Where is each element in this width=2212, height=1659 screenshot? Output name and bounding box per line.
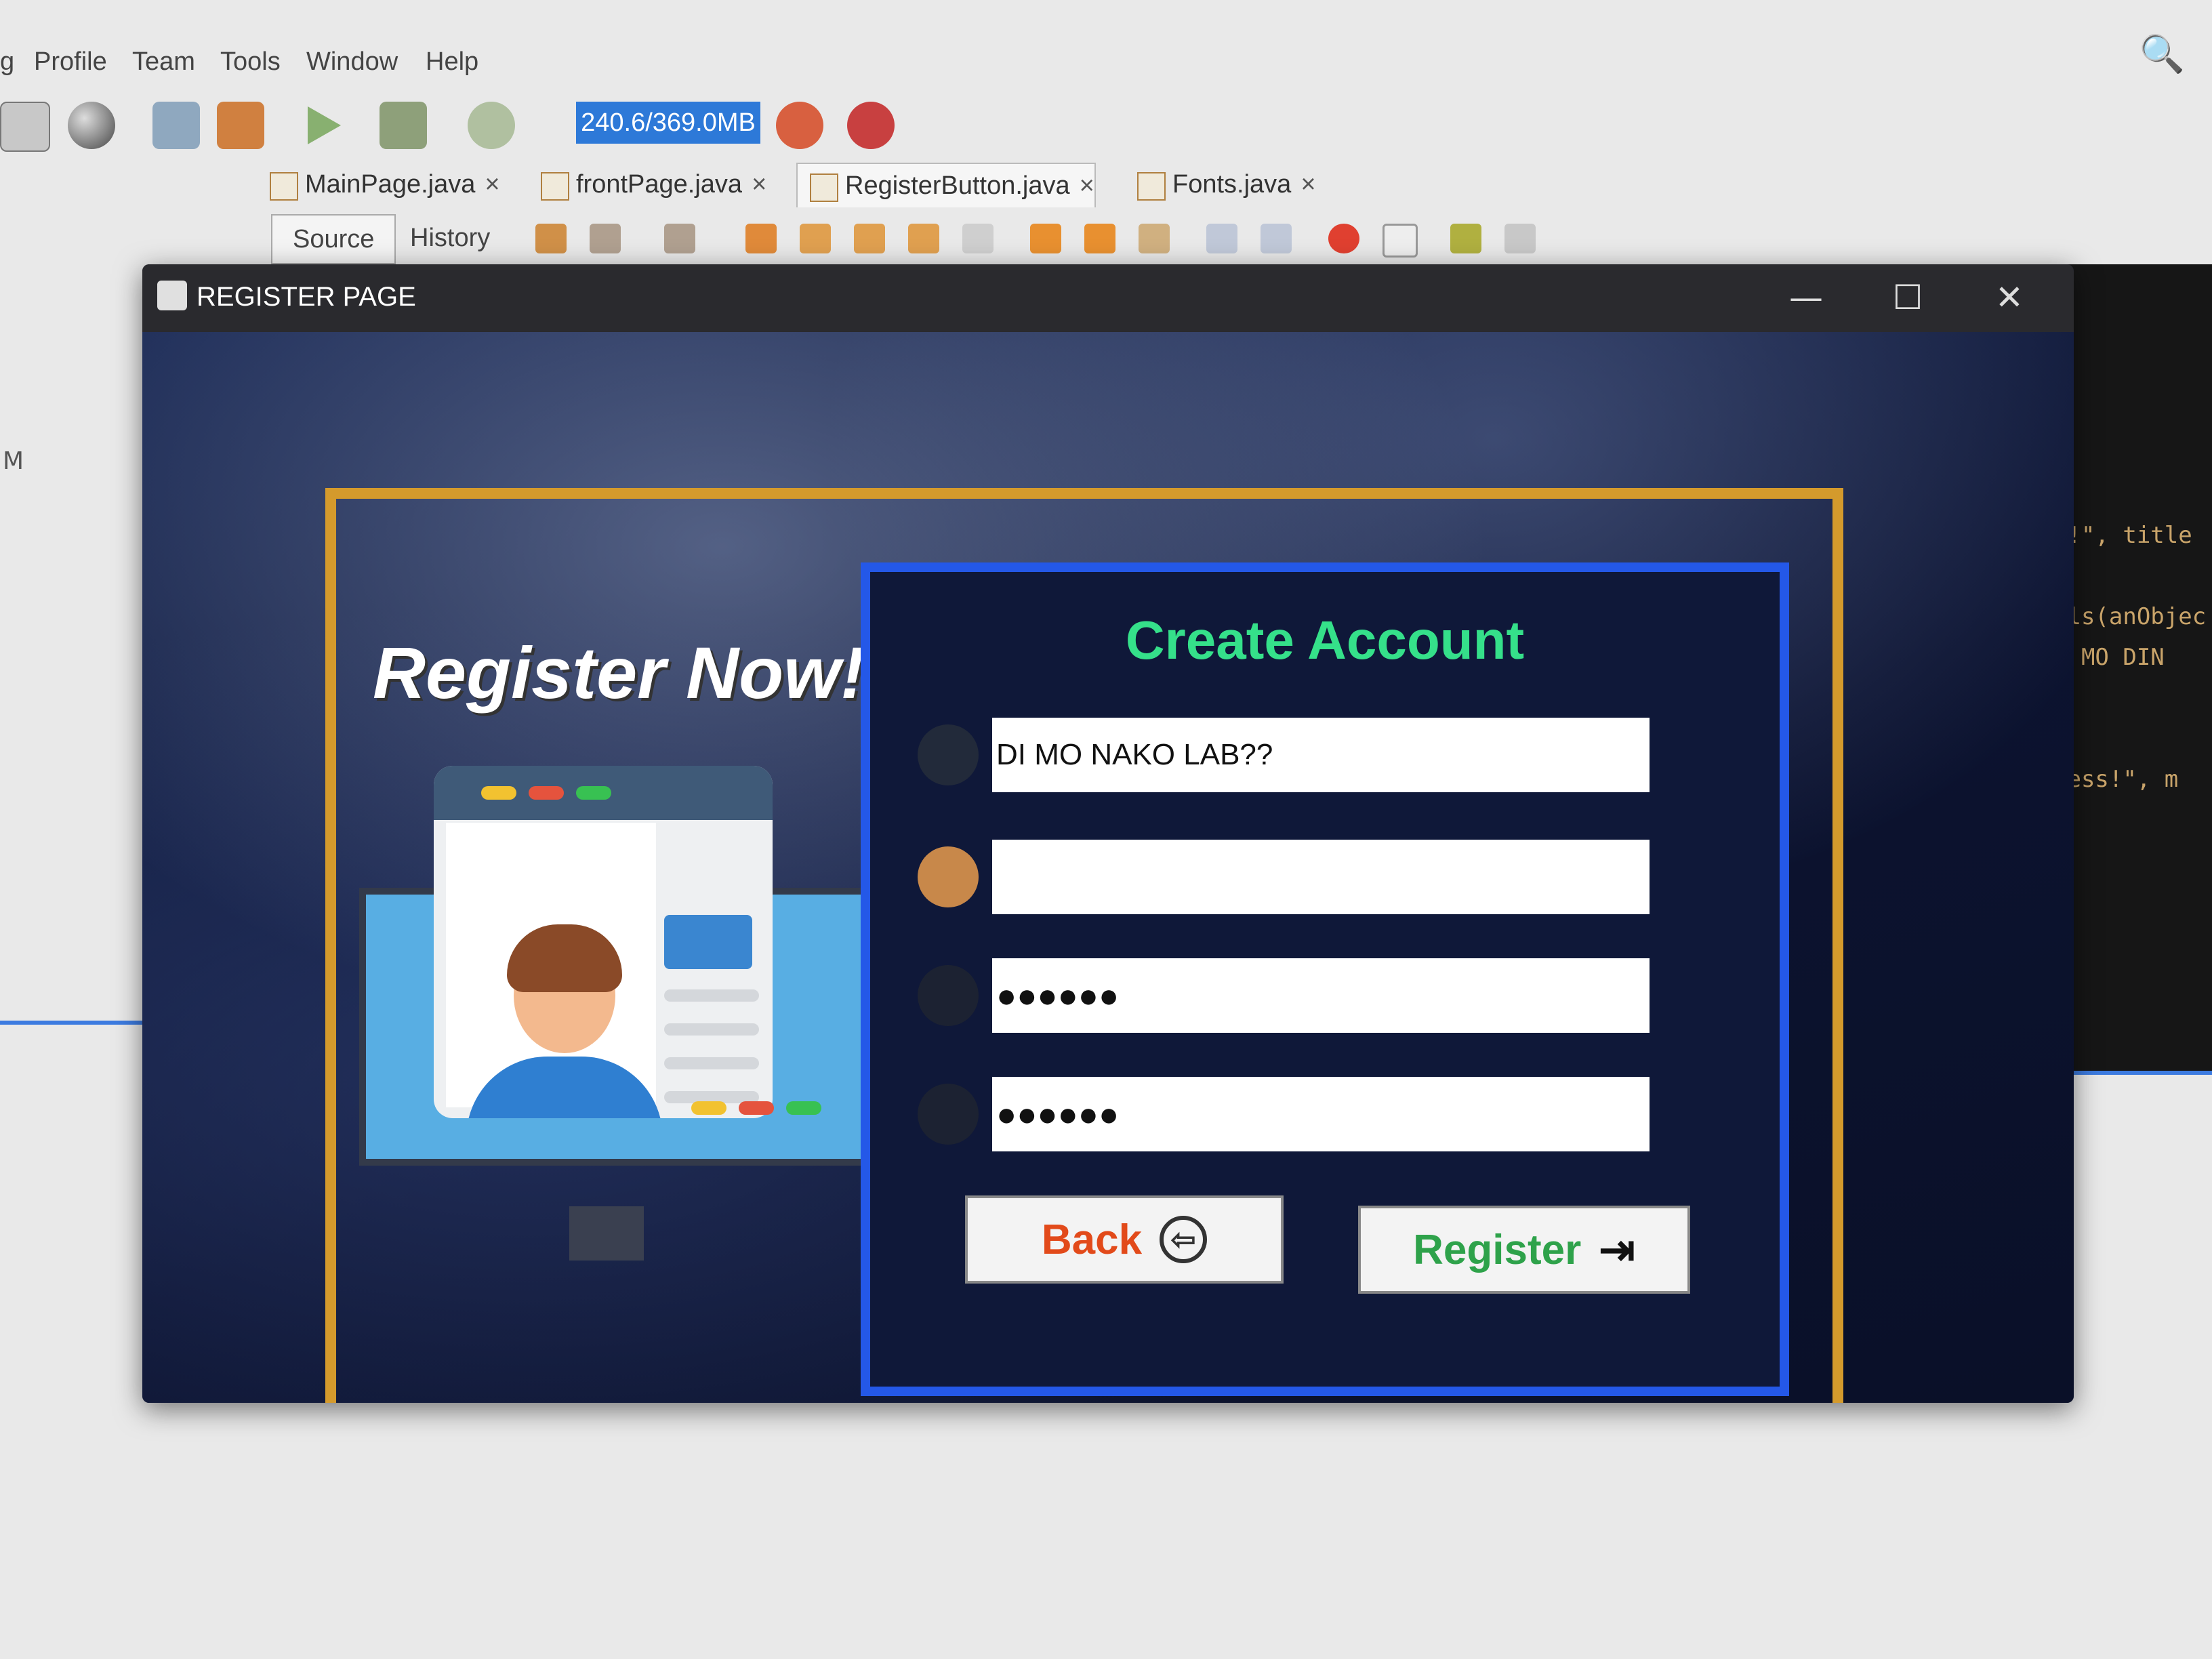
code-line: als(anObjec xyxy=(2053,603,2207,630)
find-previous-icon[interactable] xyxy=(800,224,831,253)
close-tab-icon[interactable]: × xyxy=(485,170,499,199)
find-next-icon[interactable] xyxy=(854,224,885,253)
green-dot xyxy=(786,1101,821,1115)
green-dot xyxy=(576,786,611,800)
java-file-icon xyxy=(1137,172,1166,201)
next-bookmark-icon[interactable] xyxy=(1084,224,1115,253)
memory-indicator[interactable]: 240.6/369.0MB xyxy=(576,102,760,144)
password-field[interactable] xyxy=(992,958,1650,1033)
uncomment-icon[interactable] xyxy=(1504,224,1536,253)
email-user-icon xyxy=(918,846,979,907)
red-dot xyxy=(529,786,564,800)
close-tab-icon[interactable]: × xyxy=(1080,171,1094,200)
window-content: Register Now! Create Account DI MO NAKO … xyxy=(142,332,2074,1403)
java-file-icon xyxy=(270,172,298,201)
register-heading: Register Now! xyxy=(373,632,865,714)
person-hair xyxy=(507,924,622,992)
profile-icon[interactable] xyxy=(468,102,515,149)
tab-registerbutton[interactable]: RegisterButton.java × xyxy=(796,163,1096,207)
tab-fonts[interactable]: Fonts.java × xyxy=(1125,163,1316,206)
menu-item-window[interactable]: Window xyxy=(306,47,398,77)
record-macro-icon[interactable] xyxy=(1328,224,1359,253)
debug-icon[interactable] xyxy=(380,102,427,149)
yellow-dot xyxy=(481,786,516,800)
close-button[interactable]: ✕ xyxy=(1986,274,2033,321)
monitor-stand xyxy=(569,1206,644,1261)
sign-in-door-icon: ⇥ xyxy=(1599,1225,1635,1274)
photo-area xyxy=(446,823,663,1118)
tab-history[interactable]: History xyxy=(390,214,510,262)
tab-label: frontPage.java xyxy=(576,170,743,199)
stop-macro-icon[interactable] xyxy=(1382,224,1418,258)
java-file-icon xyxy=(810,173,838,202)
menu-item-team[interactable]: Team xyxy=(132,47,195,77)
clean-build-icon[interactable] xyxy=(217,102,264,149)
close-tab-icon[interactable]: × xyxy=(752,170,766,199)
menu-item-g[interactable]: g xyxy=(0,47,14,77)
confirm-password-field[interactable] xyxy=(992,1077,1650,1151)
shift-right-icon[interactable] xyxy=(1261,224,1292,253)
toggle-bookmark-icon[interactable] xyxy=(1139,224,1170,253)
back-label: Back xyxy=(1041,1216,1143,1263)
id-card-illustration xyxy=(434,766,773,1118)
back-arrow-icon: ⇦ xyxy=(1160,1216,1208,1263)
ide-menubar: g Profile Team Tools Window Help xyxy=(0,41,2212,88)
window-titlebar[interactable]: REGISTER PAGE — ☐ ✕ xyxy=(142,264,2074,332)
java-file-icon xyxy=(541,172,569,201)
card-text-line xyxy=(664,1023,759,1036)
tab-label: Fonts.java xyxy=(1172,170,1292,199)
side-panel-letter: M xyxy=(3,447,24,475)
ide-toolbar xyxy=(0,95,2212,163)
window-title: REGISTER PAGE xyxy=(197,282,416,312)
maximize-button[interactable]: ☐ xyxy=(1884,274,1931,321)
menu-item-tools[interactable]: Tools xyxy=(220,47,281,77)
stop-gc-icon[interactable] xyxy=(847,102,895,149)
tab-label: MainPage.java xyxy=(305,170,476,199)
card-text-line xyxy=(664,1057,759,1069)
globe-icon[interactable] xyxy=(68,102,115,149)
build-hammer-icon[interactable] xyxy=(152,102,200,149)
gc-icon[interactable] xyxy=(776,102,823,149)
shift-left-icon[interactable] xyxy=(1206,224,1237,253)
red-dot xyxy=(739,1101,774,1115)
java-app-icon xyxy=(157,281,187,310)
search-icon[interactable]: 🔍 xyxy=(2139,33,2185,76)
back-icon[interactable] xyxy=(590,224,621,253)
tab-source[interactable]: Source xyxy=(271,214,396,264)
tab-mainpage[interactable]: MainPage.java × xyxy=(258,163,500,206)
divider-line xyxy=(0,1021,156,1025)
menu-item-help[interactable]: Help xyxy=(426,47,478,77)
card-text-line xyxy=(664,989,759,1002)
close-tab-icon[interactable]: × xyxy=(1300,170,1315,199)
yellow-dot xyxy=(691,1101,726,1115)
lock-icon xyxy=(918,1084,979,1145)
minimize-button[interactable]: — xyxy=(1782,274,1830,321)
register-button[interactable]: Register ⇥ xyxy=(1358,1206,1690,1294)
username-field[interactable] xyxy=(992,718,1650,792)
last-edit-icon[interactable] xyxy=(535,224,567,253)
person-body xyxy=(466,1057,663,1118)
code-line: n!", title xyxy=(2053,522,2192,549)
tab-label: RegisterButton.java xyxy=(845,171,1070,200)
register-label: Register xyxy=(1413,1226,1582,1273)
back-button[interactable]: Back ⇦ xyxy=(965,1195,1284,1284)
find-icon[interactable] xyxy=(745,224,777,253)
menu-item-profile[interactable]: Profile xyxy=(34,47,107,77)
form-title: Create Account xyxy=(1125,610,1525,670)
toggle-highlight-icon[interactable] xyxy=(908,224,939,253)
user-icon xyxy=(918,724,979,785)
email-field[interactable] xyxy=(992,840,1650,914)
select-icon[interactable] xyxy=(962,224,994,253)
run-icon[interactable] xyxy=(308,106,341,144)
tab-frontpage[interactable]: frontPage.java × xyxy=(529,163,766,206)
eye-slash-icon[interactable] xyxy=(918,965,979,1026)
card-badge xyxy=(664,915,752,969)
dropdown-icon[interactable] xyxy=(0,102,50,152)
comment-icon[interactable] xyxy=(1450,224,1481,253)
forward-icon[interactable] xyxy=(664,224,695,253)
create-account-panel: Create Account Back ⇦ Register ⇥ xyxy=(861,562,1789,1396)
prev-bookmark-icon[interactable] xyxy=(1030,224,1061,253)
card-header xyxy=(434,766,773,820)
register-window: REGISTER PAGE — ☐ ✕ Register Now! Create… xyxy=(142,264,2074,1403)
